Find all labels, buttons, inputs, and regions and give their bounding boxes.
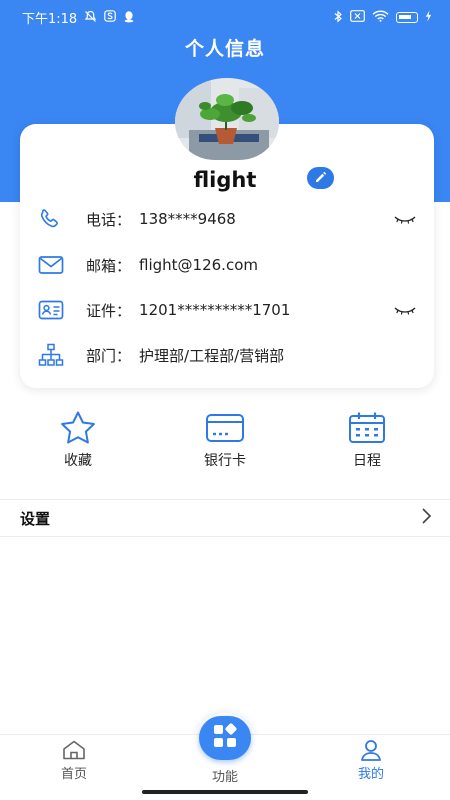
star-icon	[38, 410, 118, 444]
sim-off-icon	[350, 10, 365, 24]
bank-card-button[interactable]: 银行卡	[185, 410, 265, 470]
tab-home[interactable]: 首页	[34, 739, 114, 782]
settings-label: 设置	[20, 509, 51, 528]
wifi-icon	[372, 10, 389, 24]
tab-mine-label: 我的	[357, 767, 384, 782]
email-value: flight@126.com	[139, 256, 258, 274]
charging-icon	[425, 10, 432, 24]
id-separator: ：	[116, 301, 132, 320]
pencil-icon	[314, 169, 327, 188]
email-label: 邮箱	[86, 256, 117, 275]
phone-value: 138****9468	[139, 210, 236, 228]
user-icon	[331, 739, 411, 761]
info-row-email: 邮箱 ： flight@126.com	[38, 251, 418, 279]
calendar-icon	[327, 410, 407, 444]
eye-closed-icon[interactable]	[394, 302, 416, 320]
eye-closed-icon[interactable]	[394, 211, 416, 229]
s-app-icon	[104, 10, 117, 24]
status-time: 下午1:18	[22, 11, 78, 27]
id-value: 1201**********1701	[139, 301, 291, 319]
tab-home-label: 首页	[60, 767, 87, 782]
bank-card-icon	[185, 410, 265, 444]
phone-separator: ：	[116, 210, 132, 229]
tab-mine[interactable]: 我的	[331, 739, 411, 782]
battery-icon	[396, 11, 418, 23]
department-separator: ：	[116, 346, 132, 365]
email-separator: ：	[116, 256, 132, 275]
apps-icon	[211, 722, 239, 754]
schedule-label: 日程	[353, 453, 381, 469]
tab-functions-label: 功能	[211, 770, 238, 785]
department-value: 护理部/工程部/营销部	[139, 346, 285, 365]
mail-icon	[38, 253, 66, 277]
edit-profile-button[interactable]	[307, 167, 334, 189]
favorites-button[interactable]: 收藏	[38, 410, 118, 470]
bank-card-label: 银行卡	[204, 453, 246, 469]
status-bar: 下午1:18	[0, 0, 450, 34]
phone-label: 电话	[86, 210, 117, 229]
qq-icon	[123, 10, 135, 25]
favorites-label: 收藏	[64, 453, 92, 469]
username: flight	[193, 168, 257, 192]
tab-functions[interactable]	[199, 716, 251, 760]
mute-icon	[84, 10, 97, 25]
page-title: 个人信息	[184, 38, 265, 60]
info-row-id: 证件 ： 1201**********1701	[38, 296, 418, 324]
id-card-icon	[38, 298, 66, 322]
bluetooth-icon	[334, 9, 343, 25]
id-label: 证件	[86, 301, 117, 320]
org-chart-icon	[38, 343, 66, 367]
info-row-phone: 电话 ： 138****9468	[38, 205, 418, 233]
avatar[interactable]	[175, 78, 279, 160]
department-label: 部门	[86, 346, 117, 365]
home-indicator	[142, 790, 308, 794]
chevron-right-icon	[420, 507, 432, 529]
settings-row[interactable]: 设置	[0, 500, 450, 536]
schedule-button[interactable]: 日程	[327, 410, 407, 470]
phone-icon	[38, 207, 66, 231]
quick-actions: 收藏 银行卡 日程	[0, 410, 450, 470]
info-row-department: 部门 ： 护理部/工程部/营销部	[38, 341, 418, 369]
divider	[0, 536, 450, 537]
home-icon	[34, 739, 114, 761]
